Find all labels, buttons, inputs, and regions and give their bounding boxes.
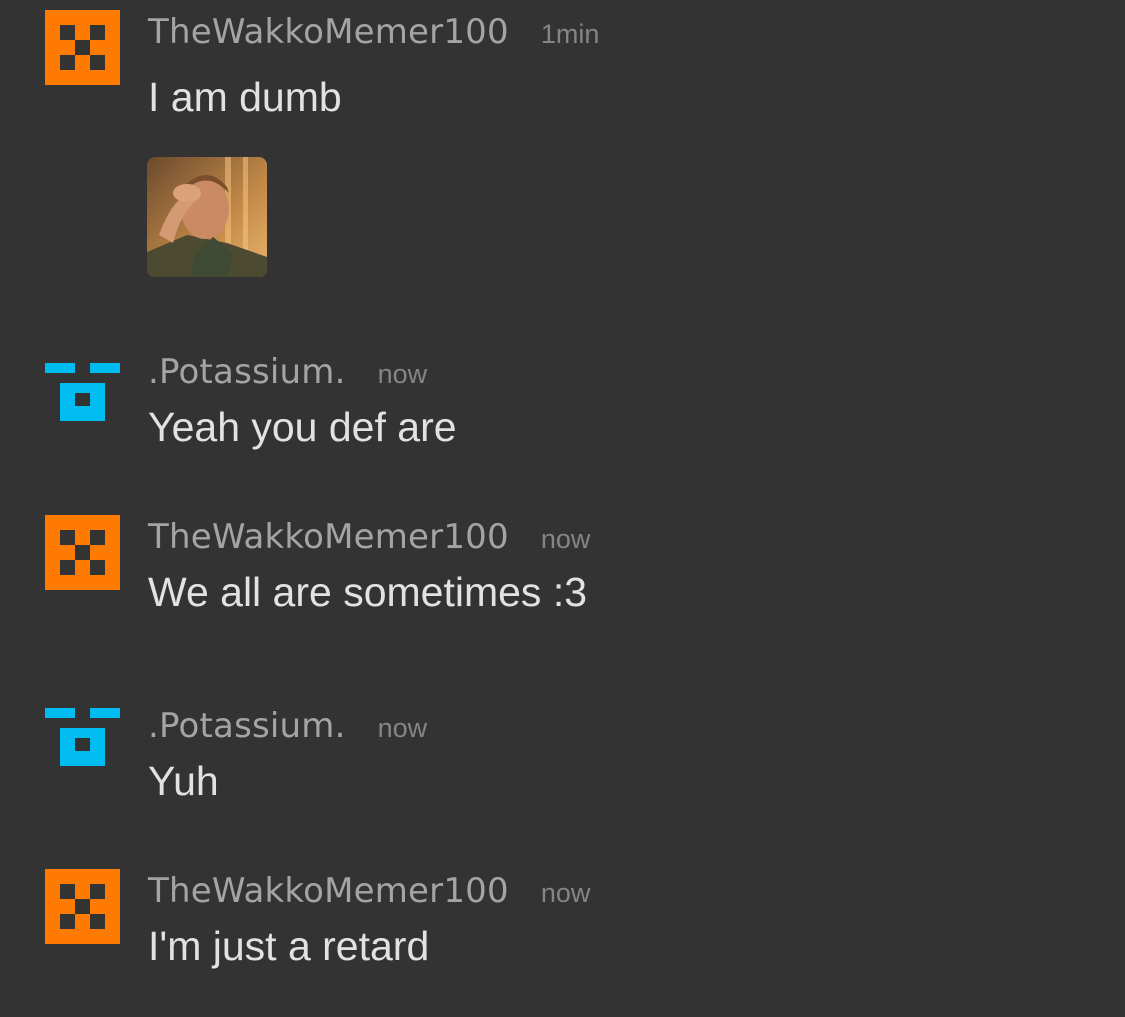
username[interactable]: TheWakkoMemer100 [148,12,509,52]
message-text: Yeah you def are [148,404,457,450]
blue-pixel-face-icon [45,363,120,421]
message-header: TheWakkoMemer100 now [148,517,590,561]
message-header: .Potassium. now [148,706,427,750]
message-feed: TheWakkoMemer100 1min I am dumb .Potassi… [0,0,1125,1017]
avatar[interactable] [45,704,120,779]
message-header: TheWakkoMemer100 now [148,871,590,915]
timestamp: now [540,524,591,554]
message-text: We all are sometimes :3 [148,569,588,615]
timestamp: now [377,359,428,389]
message-text: I am dumb [148,74,342,120]
orange-pixel-face-icon [45,515,120,590]
timestamp: now [377,713,428,743]
timestamp: now [540,878,591,908]
orange-pixel-face-icon [45,10,120,85]
message-text: I'm just a retard [148,923,430,969]
blue-pixel-face-icon [45,708,120,766]
message-header: .Potassium. now [148,352,427,396]
avatar[interactable] [45,350,120,425]
username[interactable]: .Potassium. [148,352,346,392]
avatar[interactable] [45,869,120,944]
avatar[interactable] [45,515,120,590]
username[interactable]: TheWakkoMemer100 [148,517,509,557]
message-header: TheWakkoMemer100 1min [148,12,599,56]
avatar[interactable] [45,10,120,85]
username[interactable]: .Potassium. [148,706,346,746]
timestamp: 1min [540,19,600,49]
facepalm-photo [147,157,267,277]
orange-pixel-face-icon [45,869,120,944]
message-text: Yuh [148,758,219,804]
username[interactable]: TheWakkoMemer100 [148,871,509,911]
image-attachment[interactable] [147,157,267,277]
